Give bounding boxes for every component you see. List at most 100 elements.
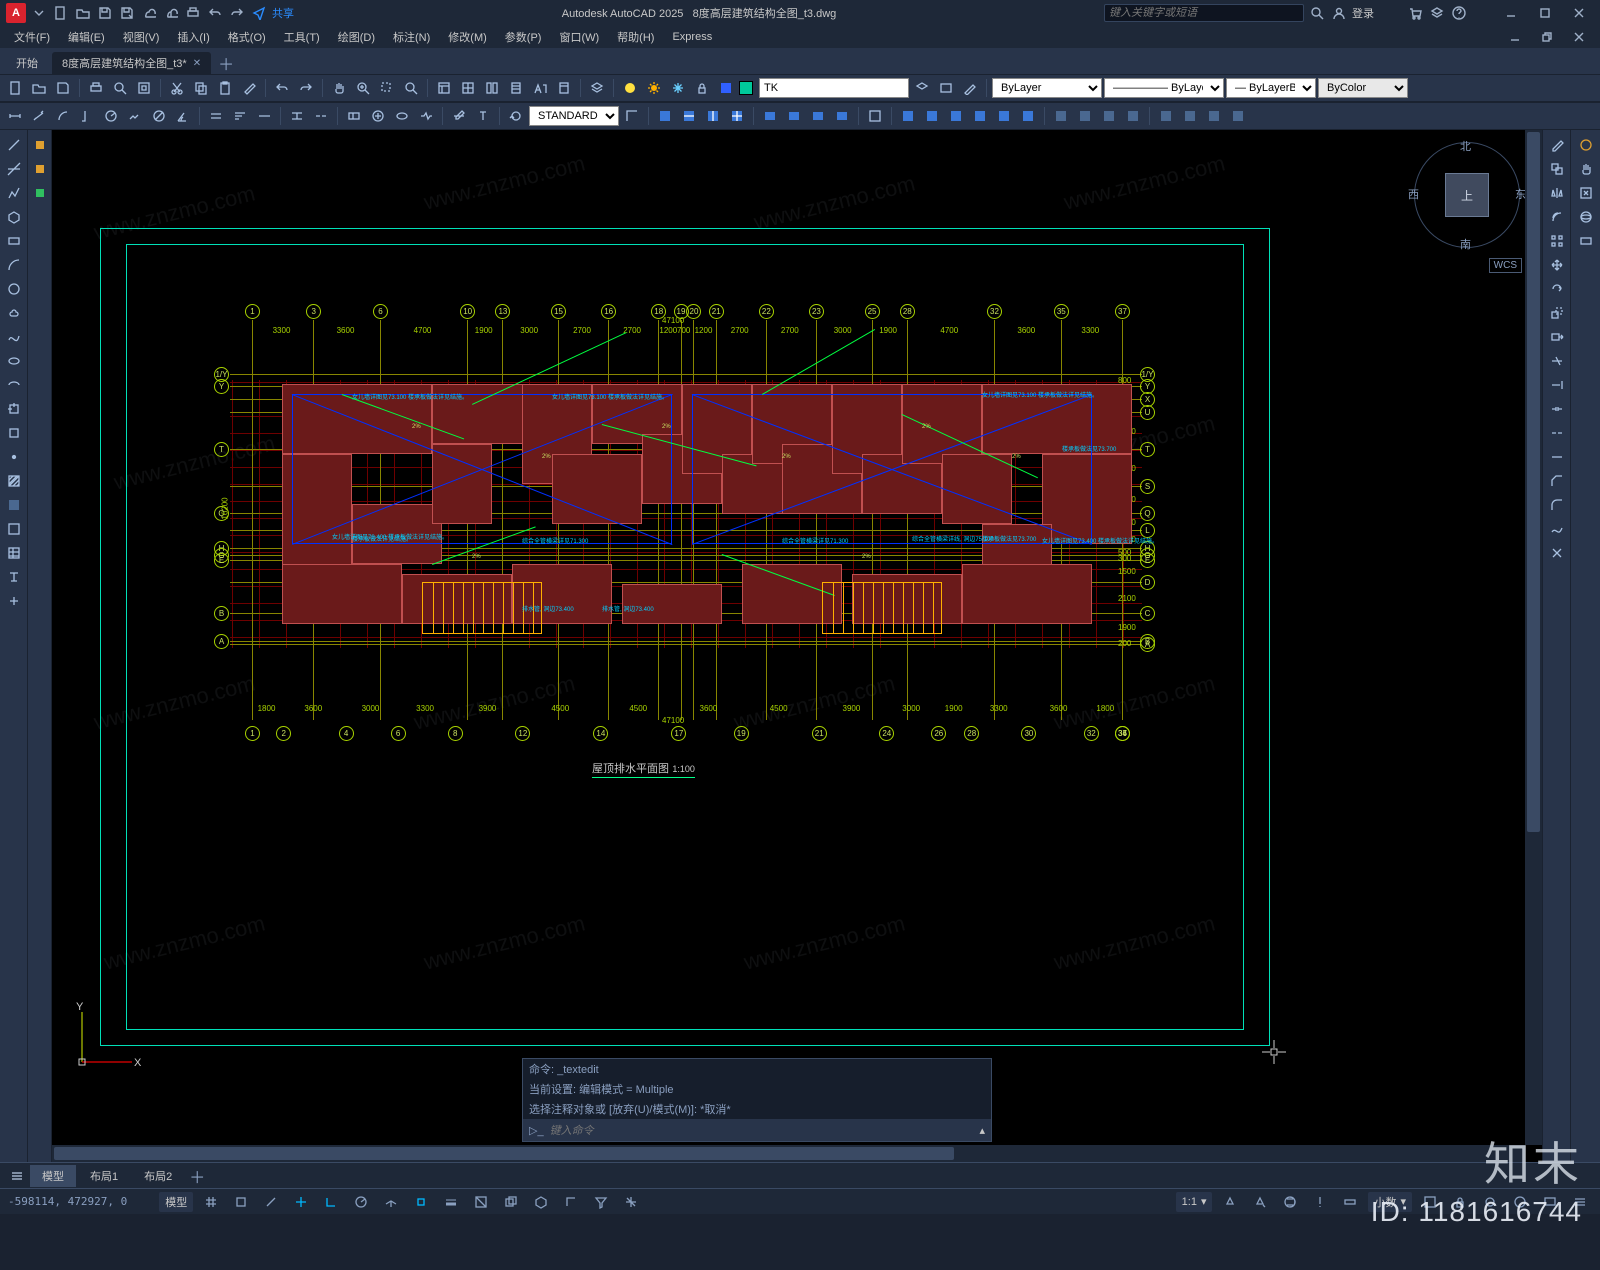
qat-dropdown-icon[interactable] xyxy=(30,4,48,22)
sel-filter-icon[interactable] xyxy=(589,1191,613,1213)
saveas-icon[interactable] xyxy=(118,4,136,22)
freeze-icon[interactable] xyxy=(667,77,689,99)
layer-color-icon[interactable] xyxy=(715,77,737,99)
blend-icon[interactable] xyxy=(1546,518,1568,540)
paste-icon[interactable] xyxy=(214,77,236,99)
table-icon[interactable] xyxy=(3,542,25,564)
selection-cycle-icon[interactable] xyxy=(499,1191,523,1213)
layer-name-input[interactable] xyxy=(759,78,909,98)
match-prop-icon[interactable] xyxy=(238,77,260,99)
chamfer-icon[interactable] xyxy=(1546,470,1568,492)
pline-icon[interactable] xyxy=(3,182,25,204)
preview-icon[interactable] xyxy=(109,77,131,99)
view-icon-4[interactable] xyxy=(726,105,748,127)
ref-icon-3[interactable] xyxy=(945,105,967,127)
sun-icon[interactable] xyxy=(643,77,665,99)
new-icon[interactable] xyxy=(52,4,70,22)
dim-continue-icon[interactable] xyxy=(253,105,275,127)
ref-icon-2[interactable] xyxy=(921,105,943,127)
redo-tb-icon[interactable] xyxy=(295,77,317,99)
arc-icon[interactable] xyxy=(3,254,25,276)
mirror-icon[interactable] xyxy=(1546,182,1568,204)
app-logo[interactable]: A xyxy=(6,3,26,23)
3dosnap-icon[interactable] xyxy=(529,1191,553,1213)
save-file-icon[interactable] xyxy=(52,77,74,99)
command-input[interactable] xyxy=(550,1124,980,1137)
zoom-rt-icon[interactable] xyxy=(352,77,374,99)
workspace-icon[interactable] xyxy=(1278,1191,1302,1213)
minimize-button[interactable] xyxy=(1496,2,1526,24)
sheet-set-icon[interactable] xyxy=(505,77,527,99)
menu-draw[interactable]: 绘图(D) xyxy=(330,27,383,47)
ref-icon-5[interactable] xyxy=(993,105,1015,127)
block-icon-3[interactable] xyxy=(1098,105,1120,127)
osnap-icon[interactable] xyxy=(409,1191,433,1213)
tab-layout2[interactable]: 布局2 xyxy=(132,1165,184,1187)
apps-icon[interactable] xyxy=(1428,4,1446,22)
isodraft-icon[interactable] xyxy=(379,1191,403,1213)
ellipse-icon[interactable] xyxy=(3,350,25,372)
anno-visibility-icon[interactable] xyxy=(1218,1191,1242,1213)
properties-icon[interactable] xyxy=(433,77,455,99)
tool-palettes-icon[interactable] xyxy=(481,77,503,99)
tab-model[interactable]: 模型 xyxy=(30,1165,76,1187)
dim-edit-icon[interactable] xyxy=(448,105,470,127)
zoom-prev-icon[interactable] xyxy=(400,77,422,99)
nav-wheel-icon[interactable] xyxy=(1575,134,1597,156)
gradient-icon[interactable] xyxy=(3,494,25,516)
snap-toggle-icon[interactable] xyxy=(229,1191,253,1213)
trim-icon[interactable] xyxy=(1546,350,1568,372)
open-file-icon[interactable] xyxy=(28,77,50,99)
linetype-select[interactable]: ————— ByLayerByLayer xyxy=(1104,78,1224,98)
join-icon[interactable] xyxy=(1546,446,1568,468)
layer-state-icon[interactable] xyxy=(619,77,641,99)
open-icon[interactable] xyxy=(74,4,92,22)
share-label[interactable]: 共享 xyxy=(272,5,294,21)
menu-view[interactable]: 视图(V) xyxy=(115,27,168,47)
design-center-icon[interactable] xyxy=(457,77,479,99)
lineweight-toggle-icon[interactable] xyxy=(439,1191,463,1213)
status-model-button[interactable]: 模型 xyxy=(159,1192,193,1212)
make-block-icon[interactable] xyxy=(3,422,25,444)
ref-icon-4[interactable] xyxy=(969,105,991,127)
hatch-icon[interactable] xyxy=(3,470,25,492)
gizmo-icon[interactable] xyxy=(619,1191,643,1213)
wcs-tag[interactable]: WCS xyxy=(1489,258,1522,273)
vp-icon-2[interactable] xyxy=(783,105,805,127)
doc-restore-button[interactable] xyxy=(1532,26,1562,48)
anno-autoscale-icon[interactable] xyxy=(1248,1191,1272,1213)
nav-pan-icon[interactable] xyxy=(1575,158,1597,180)
scrollbar-vertical[interactable] xyxy=(1525,130,1542,1145)
save-icon[interactable] xyxy=(96,4,114,22)
help-icon[interactable] xyxy=(1450,4,1468,22)
menu-tools[interactable]: 工具(T) xyxy=(276,27,328,47)
add-layout-button[interactable]: ＋ xyxy=(186,1165,208,1187)
nav-orbit-icon[interactable] xyxy=(1575,206,1597,228)
pan-icon[interactable] xyxy=(328,77,350,99)
dim-diameter-icon[interactable] xyxy=(148,105,170,127)
lineweight-select[interactable]: — ByLayerByLayer xyxy=(1226,78,1316,98)
user-icon[interactable] xyxy=(1330,4,1348,22)
tab-layout1[interactable]: 布局1 xyxy=(78,1165,130,1187)
viewcube-north[interactable]: 北 xyxy=(1460,138,1471,154)
revcloud-icon[interactable] xyxy=(3,302,25,324)
rectangle-icon[interactable] xyxy=(3,230,25,252)
tab-document[interactable]: 8度高层建筑结构全图_t3*✕ xyxy=(52,52,211,74)
menu-file[interactable]: 文件(F) xyxy=(6,27,58,47)
insert-block-icon[interactable] xyxy=(3,398,25,420)
inspect-icon[interactable] xyxy=(391,105,413,127)
anno-monitor-icon[interactable] xyxy=(1308,1191,1332,1213)
array-icon[interactable] xyxy=(1546,230,1568,252)
dim-style-select[interactable]: STANDARD xyxy=(529,106,619,126)
explode-icon[interactable] xyxy=(1546,542,1568,564)
close-button[interactable] xyxy=(1564,2,1594,24)
dim-style-ctrl-icon[interactable] xyxy=(621,105,643,127)
block-icon-1[interactable] xyxy=(1050,105,1072,127)
vp-icon-1[interactable] xyxy=(759,105,781,127)
menu-dimension[interactable]: 标注(N) xyxy=(385,27,438,47)
point-icon[interactable] xyxy=(3,446,25,468)
dim-break-icon[interactable] xyxy=(310,105,332,127)
extra-icon-3[interactable] xyxy=(29,182,51,204)
polygon-icon[interactable] xyxy=(3,206,25,228)
viewcube[interactable]: 上 北 南 西 东 xyxy=(1412,140,1522,250)
